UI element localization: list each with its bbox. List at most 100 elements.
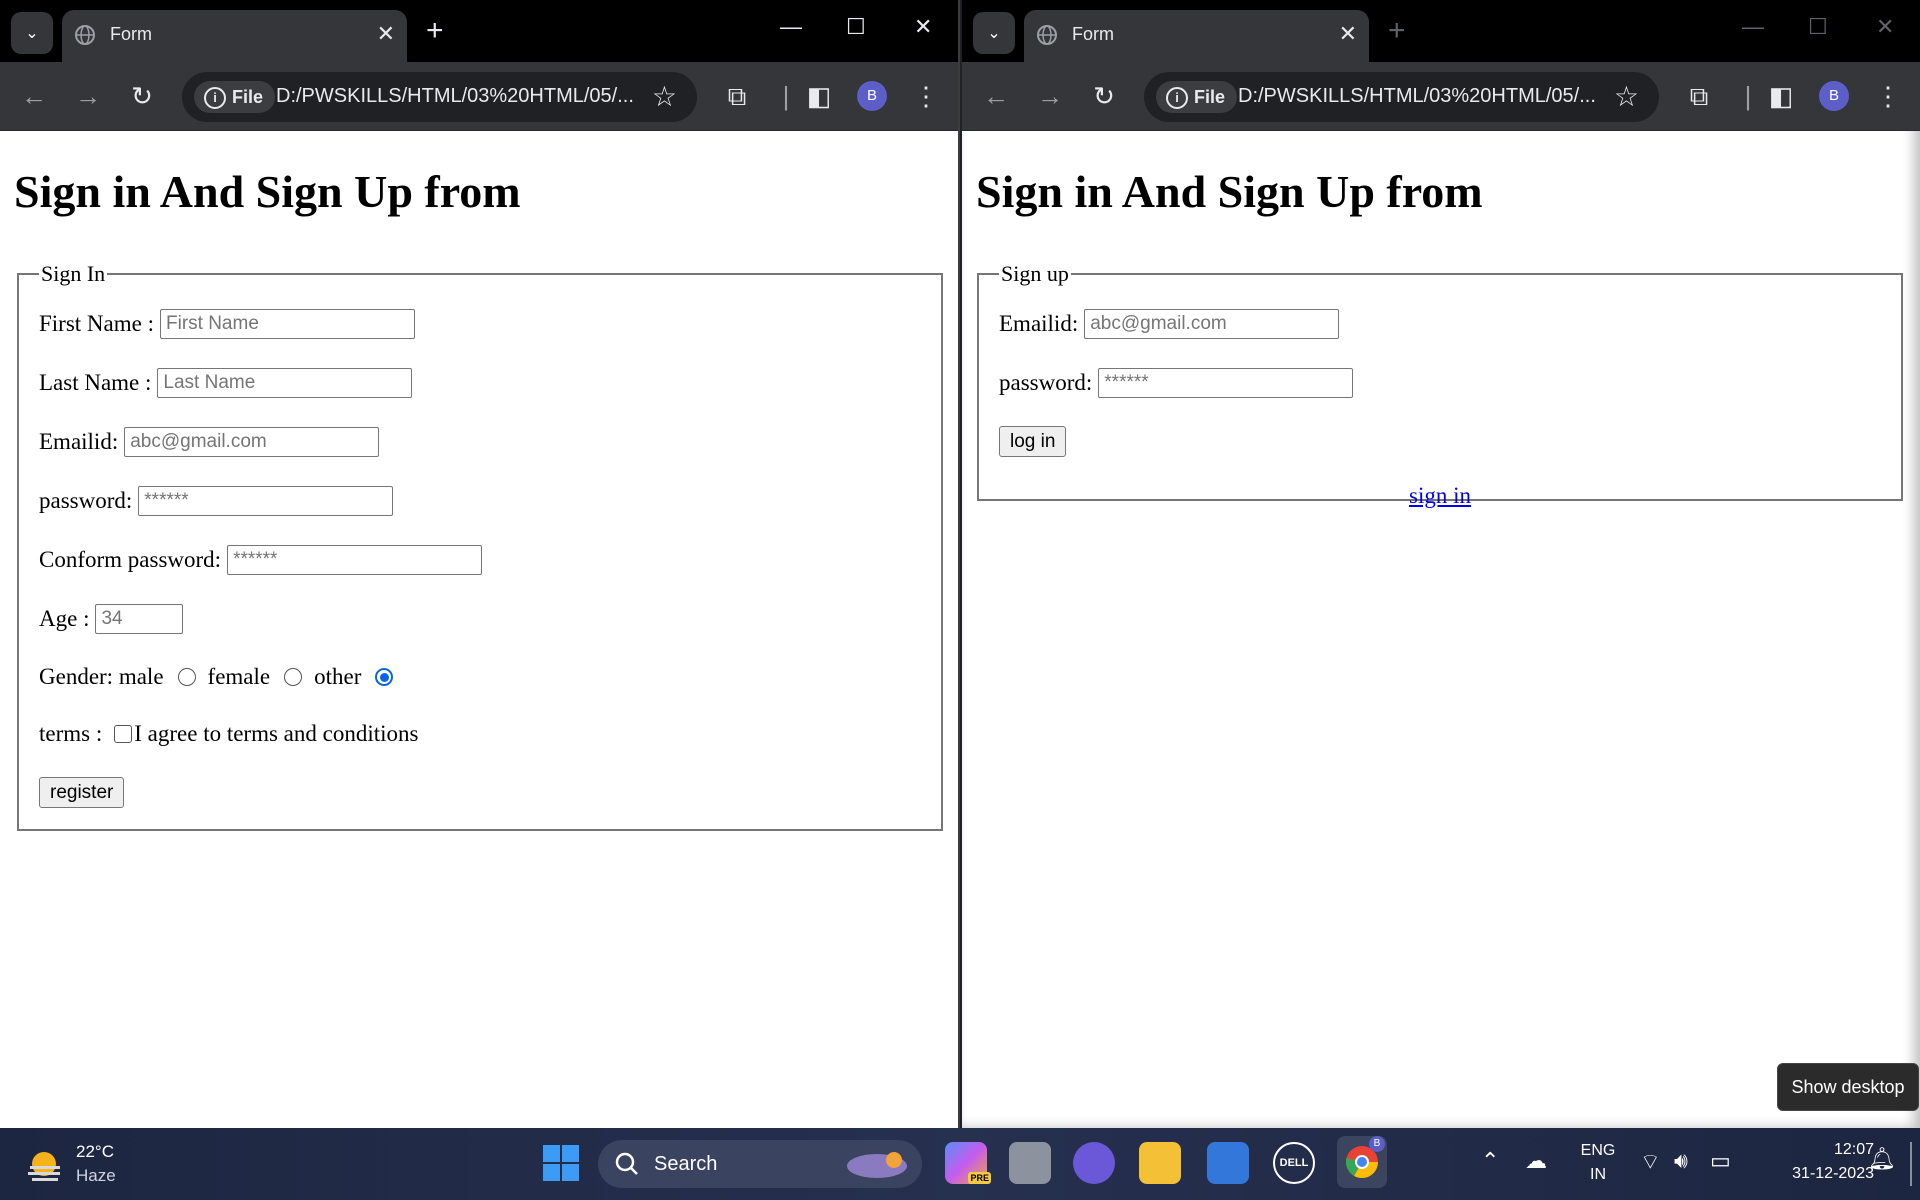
site-info-chip[interactable]: i File xyxy=(1156,81,1238,113)
dell-icon[interactable]: DELL xyxy=(1273,1142,1315,1184)
url-text[interactable]: D:/PWSKILLS/HTML/03%20HTML/05/... xyxy=(1238,85,1596,108)
onedrive-icon[interactable]: ☁ xyxy=(1525,1148,1547,1174)
password-row: password: ****** xyxy=(999,368,1354,398)
password-input[interactable]: ****** xyxy=(138,486,394,516)
site-info-chip[interactable]: i File xyxy=(194,81,276,113)
login-button[interactable]: log in xyxy=(999,426,1067,457)
new-tab-button[interactable]: + xyxy=(426,16,444,46)
battery-icon[interactable]: ▭ xyxy=(1710,1148,1731,1174)
close-window-icon[interactable]: ✕ xyxy=(1876,14,1894,40)
show-desktop-tooltip: Show desktop xyxy=(1777,1063,1919,1111)
password-input[interactable]: ****** xyxy=(1098,368,1354,398)
windows-start-icon[interactable] xyxy=(540,1142,582,1184)
tab-form[interactable]: Form ✕ xyxy=(1024,10,1369,62)
chrome-taskbar-button[interactable]: B xyxy=(1337,1136,1387,1188)
reload-icon[interactable]: ↻ xyxy=(126,80,158,112)
show-desktop-button[interactable] xyxy=(1910,1142,1912,1186)
address-bar[interactable]: i File D:/PWSKILLS/HTML/03%20HTML/05/... … xyxy=(182,72,697,122)
profile-avatar[interactable]: B xyxy=(857,81,887,111)
chevron-up-icon[interactable]: ⌃ xyxy=(1481,1148,1499,1174)
tab-title: Form xyxy=(110,24,152,44)
maximize-icon[interactable]: ☐ xyxy=(1808,14,1828,40)
close-tab-icon[interactable]: ✕ xyxy=(1339,22,1357,46)
email-label: Emailid: xyxy=(39,429,119,454)
file-explorer-icon[interactable] xyxy=(1139,1142,1181,1184)
new-tab-button[interactable]: + xyxy=(1388,16,1406,46)
bookmark-star-icon[interactable]: ☆ xyxy=(652,80,677,113)
signin-fieldset: Sign In First Name : First Name Last Nam… xyxy=(17,261,943,831)
wifi-icon[interactable]: ⌔ xyxy=(1640,1148,1661,1176)
last-name-row: Last Name : Last Name xyxy=(39,368,413,398)
signin-link[interactable]: sign in xyxy=(1409,483,1471,509)
tab-form[interactable]: Form ✕ xyxy=(62,10,407,62)
maximize-icon[interactable]: ☐ xyxy=(846,14,866,40)
register-button[interactable]: register xyxy=(39,777,125,808)
tab-search-button[interactable]: ⌄ xyxy=(11,12,53,54)
task-view-icon[interactable] xyxy=(1009,1142,1051,1184)
forward-icon[interactable]: → xyxy=(1034,80,1066,112)
first-name-input[interactable]: First Name xyxy=(160,309,415,339)
close-window-icon[interactable]: ✕ xyxy=(914,14,932,40)
tab-search-button[interactable]: ⌄ xyxy=(973,12,1015,54)
page-heading: Sign in And Sign Up from xyxy=(976,166,1483,217)
lang-top[interactable]: ENG xyxy=(1578,1142,1618,1160)
gender-other-radio[interactable] xyxy=(375,668,394,686)
reload-icon[interactable]: ↻ xyxy=(1088,80,1120,112)
sun-haze-icon xyxy=(28,1152,60,1181)
address-bar[interactable]: i File D:/PWSKILLS/HTML/03%20HTML/05/... … xyxy=(1144,72,1659,122)
email-label: Emailid: xyxy=(999,311,1079,336)
menu-kebab-icon[interactable]: ⋮ xyxy=(1872,80,1904,112)
globe-icon xyxy=(1037,25,1057,45)
password-row: password: ****** xyxy=(39,486,394,516)
clock-time[interactable]: 12:07 xyxy=(1762,1141,1874,1159)
email-row: Emailid: abc@gmail.com xyxy=(39,427,380,457)
clock-date[interactable]: 31-12-2023 xyxy=(1762,1165,1874,1183)
notification-bell-icon[interactable]: 🔔︎ xyxy=(1868,1146,1896,1172)
terms-checkbox[interactable] xyxy=(114,725,133,743)
extensions-icon[interactable]: ⧉ xyxy=(721,80,753,112)
terms-label: terms : xyxy=(39,721,103,746)
back-icon[interactable]: ← xyxy=(18,80,50,112)
page-content: Sign in And Sign Up from Sign In First N… xyxy=(0,131,958,1128)
teams-meet-icon[interactable] xyxy=(1073,1142,1115,1184)
terms-text: I agree to terms and conditions xyxy=(134,721,419,746)
taskbar-search-box[interactable]: Search xyxy=(598,1140,922,1188)
extensions-icon[interactable]: ⧉ xyxy=(1683,80,1715,112)
ms-store-icon[interactable] xyxy=(1207,1142,1249,1184)
confirm-password-label: Conform password: xyxy=(39,547,222,572)
side-panel-icon[interactable]: ◧ xyxy=(803,80,835,112)
copilot-icon[interactable]: PRE xyxy=(945,1142,991,1184)
confirm-password-input[interactable]: ****** xyxy=(227,545,483,575)
terms-row: terms : I agree to terms and conditions xyxy=(39,721,418,747)
gender-female-radio[interactable] xyxy=(284,668,303,686)
bookmark-star-icon[interactable]: ☆ xyxy=(1614,80,1639,113)
tab-strip: ⌄ Form ✕ + — ☐ ✕ xyxy=(0,0,958,62)
browser-toolbar: ← → ↻ i File D:/PWSKILLS/HTML/03%20HTML/0… xyxy=(0,62,958,131)
profile-avatar[interactable]: B xyxy=(1819,81,1849,111)
minimize-icon[interactable]: — xyxy=(780,14,802,40)
close-tab-icon[interactable]: ✕ xyxy=(377,22,395,46)
volume-icon[interactable]: 🔊︎ xyxy=(1674,1148,1688,1174)
side-panel-icon[interactable]: ◧ xyxy=(1765,80,1797,112)
forward-icon[interactable]: → xyxy=(72,80,104,112)
fieldset-legend: Sign In xyxy=(41,261,106,286)
browser-window-left: ⌄ Form ✕ + — ☐ ✕ ← → ↻ i File D:/PWSKILLS… xyxy=(0,0,960,1128)
lang-bottom[interactable]: IN xyxy=(1578,1166,1618,1184)
weather-widget[interactable]: 22°C Haze xyxy=(26,1138,136,1190)
gender-male-radio[interactable] xyxy=(177,668,196,686)
last-name-input[interactable]: Last Name xyxy=(157,368,413,398)
search-icon xyxy=(615,1152,638,1175)
menu-kebab-icon[interactable]: ⋮ xyxy=(910,80,942,112)
email-row: Emailid: abc@gmail.com xyxy=(999,309,1340,339)
url-text[interactable]: D:/PWSKILLS/HTML/03%20HTML/05/... xyxy=(276,85,634,108)
age-input[interactable]: 34 xyxy=(95,604,184,634)
email-input[interactable]: abc@gmail.com xyxy=(124,427,380,457)
last-name-label: Last Name : xyxy=(39,370,152,395)
back-icon[interactable]: ← xyxy=(980,80,1012,112)
minimize-icon[interactable]: — xyxy=(1742,14,1764,40)
fieldset-legend: Sign up xyxy=(1001,261,1069,286)
chevron-down-icon: ⌄ xyxy=(25,25,39,42)
tab-strip: ⌄ Form ✕ + — ☐ ✕ xyxy=(962,0,1920,62)
copilot-pre-badge: PRE xyxy=(968,1172,991,1184)
email-input[interactable]: abc@gmail.com xyxy=(1084,309,1340,339)
